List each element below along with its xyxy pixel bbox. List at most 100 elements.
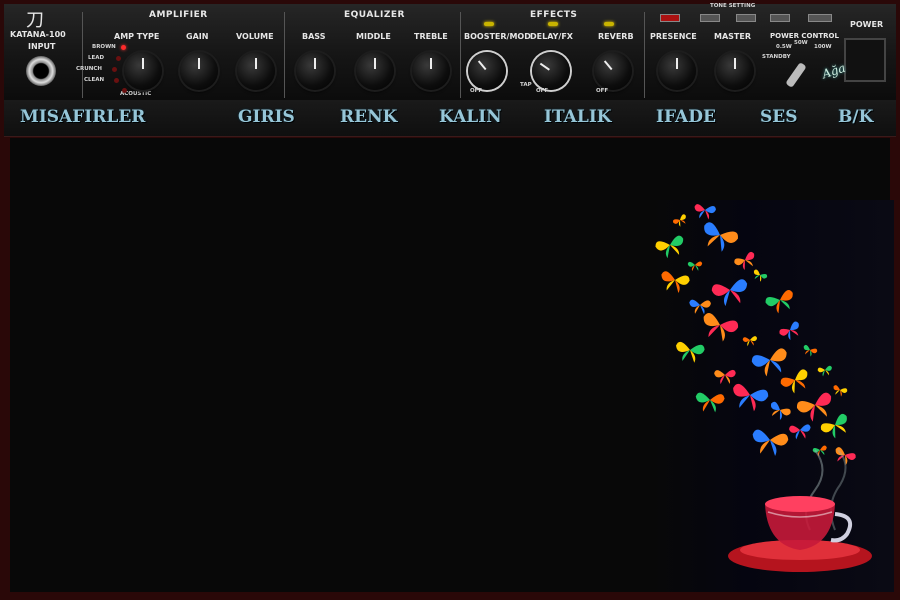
delay-off-label: OFF	[536, 88, 549, 94]
butterfly-icon	[752, 429, 789, 456]
menu-bar: MISAFIRLER GIRIS RENK KALIN ITALIK IFADE…	[4, 100, 896, 137]
power-option-100w: 100W	[814, 44, 832, 50]
middle-knob[interactable]	[356, 52, 394, 90]
butterfly-icon	[733, 383, 769, 412]
divider	[644, 12, 645, 98]
menu-ifade[interactable]: IFADE	[656, 107, 716, 127]
butterfly-icon	[770, 401, 791, 421]
power-label: POWER	[850, 20, 884, 29]
amp-type-crunch: CRUNCH	[76, 66, 102, 72]
booster-knob[interactable]	[468, 52, 506, 90]
amp-type-led-acoustic	[122, 88, 127, 93]
amp-type-label: AMP TYPE	[114, 32, 160, 41]
input-jack-icon	[26, 56, 56, 86]
amp-type-brown: BROWN	[92, 44, 116, 50]
section-tone-setting: TONE SETTING	[710, 3, 756, 9]
bass-knob[interactable]	[296, 52, 334, 90]
master-knob[interactable]	[716, 52, 754, 90]
butterfly-icon	[779, 321, 799, 341]
delay-status-led	[548, 22, 558, 26]
menu-giris[interactable]: GIRIS	[238, 107, 295, 127]
butterfly-icon	[661, 271, 690, 293]
booster-off-label: OFF	[470, 88, 483, 94]
menu-ses[interactable]: SES	[760, 107, 798, 127]
butterfly-icon	[812, 445, 827, 457]
amp-type-led-clean	[114, 78, 119, 83]
butterfly-icon	[695, 392, 725, 413]
amp-type-lead: LEAD	[88, 55, 105, 61]
butterfly-icon	[835, 447, 856, 466]
butterfly-icon	[694, 204, 716, 220]
butterfly-icon	[687, 261, 703, 272]
window-frame: 刀 KATANA-100 INPUT AMPLIFIER AMP TYPE BR…	[0, 0, 900, 600]
menu-misafirler[interactable]: MISAFIRLER	[20, 107, 145, 127]
delay-knob[interactable]	[532, 52, 570, 90]
amp-type-led-lead	[116, 56, 121, 61]
tone-button-panel[interactable]	[808, 14, 832, 22]
butterfly-icon	[711, 279, 748, 307]
divider	[82, 12, 83, 98]
butterfly-icon	[820, 413, 847, 439]
butterflies-tea-cup-icon	[650, 200, 894, 592]
menu-kalin[interactable]: KALIN	[439, 107, 502, 127]
butterfly-icon	[751, 348, 787, 377]
brand-logo-icon: 刀	[26, 10, 44, 31]
power-control-label: POWER CONTROL	[770, 32, 839, 40]
presence-knob[interactable]	[658, 52, 696, 90]
volume-label: VOLUME	[236, 32, 274, 41]
gain-label: GAIN	[186, 32, 209, 41]
master-label: MASTER	[714, 32, 751, 41]
butterfly-icon	[753, 269, 768, 282]
divider	[284, 12, 285, 98]
bass-label: BASS	[302, 32, 326, 41]
section-amplifier: AMPLIFIER	[149, 10, 208, 20]
menu-italik[interactable]: ITALIK	[544, 107, 612, 127]
butterfly-icon	[789, 424, 811, 440]
tone-button-ch2[interactable]	[700, 14, 720, 22]
butterfly-icon	[817, 365, 832, 377]
presence-label: PRESENCE	[650, 32, 697, 41]
treble-knob[interactable]	[412, 52, 450, 90]
reverb-knob[interactable]	[594, 52, 632, 90]
power-control-lever[interactable]	[785, 62, 807, 88]
section-effects: EFFECTS	[530, 10, 578, 20]
treble-label: TREBLE	[414, 32, 448, 41]
menu-bk[interactable]: B/K	[838, 107, 873, 127]
section-equalizer: EQUALIZER	[344, 10, 405, 20]
butterfly-icon	[714, 369, 736, 385]
input-label: INPUT	[28, 42, 56, 51]
gain-knob[interactable]	[180, 52, 218, 90]
butterfly-icon	[655, 235, 684, 259]
menu-renk[interactable]: RENK	[340, 107, 397, 127]
tone-button-ch4[interactable]	[770, 14, 790, 22]
butterfly-icon	[734, 251, 755, 271]
middle-label: MIDDLE	[356, 32, 391, 41]
tone-button-ch1[interactable]	[660, 14, 680, 22]
butterfly-icon	[742, 336, 758, 347]
power-switch[interactable]	[844, 38, 886, 82]
tone-button-ch3[interactable]	[736, 14, 756, 22]
reverb-off-label: OFF	[596, 88, 609, 94]
butterfly-icon	[765, 289, 793, 314]
booster-status-led	[484, 22, 494, 26]
amp-type-clean: CLEAN	[84, 77, 105, 83]
butterfly-icon	[672, 214, 686, 227]
reverb-status-led	[604, 22, 614, 26]
butterfly-icon	[780, 369, 808, 394]
booster-label: BOOSTER/MOD	[464, 32, 531, 41]
power-option-50w: 50W	[794, 40, 808, 46]
power-option-05w: 0.5W	[776, 44, 792, 50]
volume-knob[interactable]	[237, 52, 275, 90]
reverb-label: REVERB	[598, 32, 634, 41]
divider	[460, 12, 461, 98]
power-option-standby: STANDBY	[762, 54, 791, 60]
amp-type-led-crunch	[112, 67, 117, 72]
butterfly-icon	[803, 344, 818, 357]
amp-type-knob[interactable]	[124, 52, 162, 90]
butterfly-icon	[676, 341, 705, 363]
tap-label: TAP	[520, 82, 532, 88]
brand-name: KATANA-100	[10, 30, 66, 39]
butterfly-icon	[797, 392, 832, 422]
butterfly-icon	[704, 222, 738, 252]
butterfly-icon	[689, 299, 711, 315]
